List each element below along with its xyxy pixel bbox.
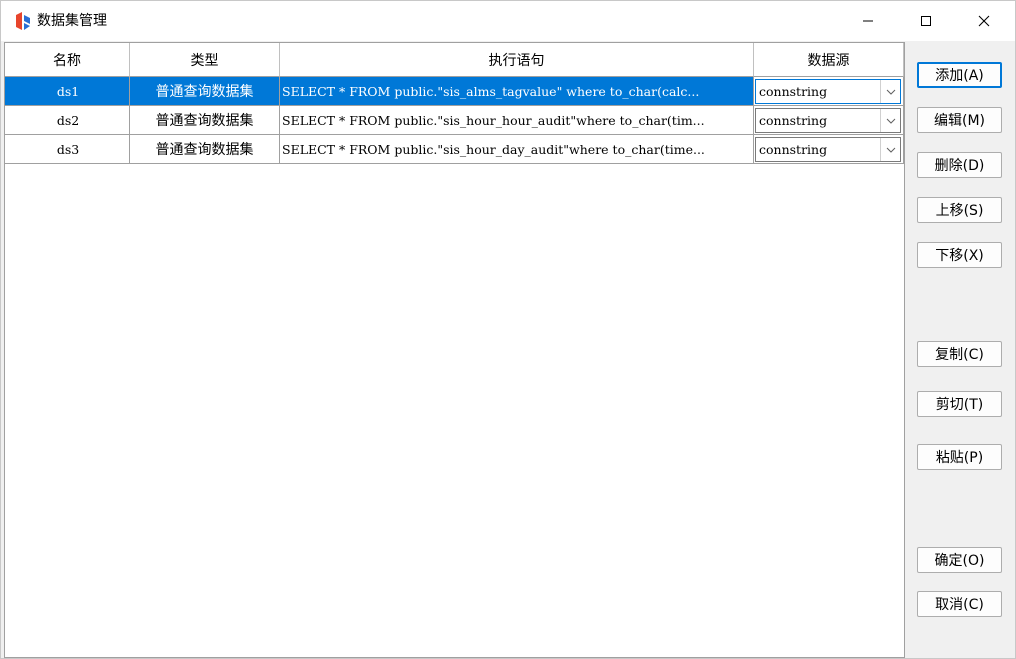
add-button[interactable]: 添加(A)	[917, 62, 1002, 88]
move-up-button[interactable]: 上移(S)	[917, 197, 1002, 223]
move-down-button[interactable]: 下移(X)	[917, 242, 1002, 268]
cell-type[interactable]: 普通查询数据集	[130, 135, 280, 164]
app-logo-icon	[13, 11, 33, 31]
cut-button[interactable]: 剪切(T)	[917, 391, 1002, 417]
dataset-grid[interactable]: 名称 类型 执行语句 数据源 ds1 普通查询数据集 SELECT * FROM…	[4, 42, 905, 658]
datasource-value: connstring	[759, 84, 828, 99]
column-header-sql[interactable]: 执行语句	[280, 43, 754, 77]
cell-datasource[interactable]: connstring	[754, 135, 904, 164]
edit-button[interactable]: 编辑(M)	[917, 107, 1002, 133]
chevron-down-icon[interactable]	[880, 80, 900, 103]
window-title: 数据集管理	[37, 13, 107, 29]
cancel-button[interactable]: 取消(C)	[917, 591, 1002, 617]
close-button[interactable]	[955, 1, 1013, 41]
maximize-button[interactable]	[897, 1, 955, 41]
datasource-select[interactable]: connstring	[755, 137, 901, 162]
datasource-value: connstring	[759, 113, 828, 128]
datasource-select[interactable]: connstring	[755, 79, 901, 104]
table-row[interactable]: ds2 普通查询数据集 SELECT * FROM public."sis_ho…	[5, 106, 904, 135]
cell-sql[interactable]: SELECT * FROM public."sis_hour_hour_audi…	[280, 106, 754, 135]
cell-sql[interactable]: SELECT * FROM public."sis_hour_day_audit…	[280, 135, 754, 164]
cell-type[interactable]: 普通查询数据集	[130, 106, 280, 135]
copy-button[interactable]: 复制(C)	[917, 341, 1002, 367]
datasource-select[interactable]: connstring	[755, 108, 901, 133]
minimize-icon	[863, 20, 873, 22]
chevron-down-icon[interactable]	[880, 138, 900, 161]
table-row[interactable]: ds1 普通查询数据集 SELECT * FROM public."sis_al…	[5, 77, 904, 106]
chevron-down-icon[interactable]	[880, 109, 900, 132]
table-row[interactable]: ds3 普通查询数据集 SELECT * FROM public."sis_ho…	[5, 135, 904, 164]
paste-button[interactable]: 粘贴(P)	[917, 444, 1002, 470]
cell-name[interactable]: ds3	[5, 135, 130, 164]
dataset-manager-window: 数据集管理 名称 类型 执行语句 数据源 ds1 普通查询数据集 SELECT …	[0, 0, 1016, 659]
cell-type[interactable]: 普通查询数据集	[130, 77, 280, 106]
column-header-type[interactable]: 类型	[130, 43, 280, 77]
minimize-button[interactable]	[839, 1, 897, 41]
cell-name[interactable]: ds2	[5, 106, 130, 135]
column-header-datasource[interactable]: 数据源	[754, 43, 904, 77]
cell-name[interactable]: ds1	[5, 77, 130, 106]
ok-button[interactable]: 确定(O)	[917, 547, 1002, 573]
close-icon	[978, 15, 990, 27]
delete-button[interactable]: 删除(D)	[917, 152, 1002, 178]
column-header-name[interactable]: 名称	[5, 43, 130, 77]
maximize-icon	[921, 16, 931, 26]
cell-datasource[interactable]: connstring	[754, 106, 904, 135]
cell-sql[interactable]: SELECT * FROM public."sis_alms_tagvalue"…	[280, 77, 754, 106]
cell-datasource[interactable]: connstring	[754, 77, 904, 106]
datasource-value: connstring	[759, 142, 828, 157]
title-bar[interactable]: 数据集管理	[1, 1, 1015, 41]
